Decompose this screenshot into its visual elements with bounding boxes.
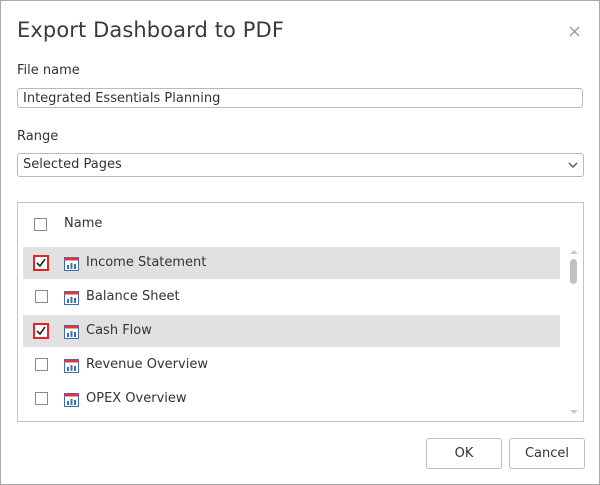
file-name-label: File name xyxy=(17,63,80,78)
ok-button[interactable]: OK xyxy=(426,438,502,469)
export-dialog: Export Dashboard to PDF File name Range … xyxy=(0,0,600,485)
range-selected-value: Selected Pages xyxy=(23,157,122,172)
range-label: Range xyxy=(17,129,59,144)
scroll-thumb[interactable] xyxy=(570,259,577,284)
page-checkbox[interactable] xyxy=(35,392,48,405)
close-icon[interactable] xyxy=(566,23,584,41)
page-checkbox[interactable] xyxy=(35,358,48,371)
page-name: Revenue Overview xyxy=(86,357,208,372)
page-list-row[interactable]: Balance Sheet xyxy=(23,281,560,313)
select-all-checkbox[interactable] xyxy=(34,218,47,231)
dashboard-page-icon xyxy=(64,392,79,407)
file-name-input[interactable] xyxy=(17,88,583,108)
cancel-button[interactable]: Cancel xyxy=(509,438,585,469)
page-name: OPEX Overview xyxy=(86,391,187,406)
dashboard-page-icon xyxy=(64,358,79,373)
page-name: Cash Flow xyxy=(86,323,152,338)
page-name: Balance Sheet xyxy=(86,289,180,304)
page-checkbox[interactable] xyxy=(35,290,48,303)
dashboard-page-icon xyxy=(64,290,79,305)
page-list-row[interactable]: Revenue Overview xyxy=(23,349,560,381)
scroll-down-icon[interactable] xyxy=(570,409,578,415)
page-checkbox[interactable] xyxy=(33,323,49,339)
vertical-scrollbar[interactable] xyxy=(567,247,581,419)
dialog-title: Export Dashboard to PDF xyxy=(17,18,284,42)
page-checkbox[interactable] xyxy=(33,255,49,271)
chevron-down-icon xyxy=(568,162,578,168)
page-list-row[interactable]: Cash Flow xyxy=(23,315,560,347)
page-list-row[interactable]: OPEX Overview xyxy=(23,383,560,415)
page-list: Name Income Statement Balance Sheet Cash F… xyxy=(17,202,584,422)
name-column-header: Name xyxy=(64,216,103,231)
page-list-row[interactable]: Income Statement xyxy=(23,247,560,279)
dashboard-page-icon xyxy=(64,324,79,339)
dashboard-page-icon xyxy=(64,256,79,271)
scroll-up-icon[interactable] xyxy=(570,249,578,255)
range-select[interactable]: Selected Pages xyxy=(17,153,584,177)
page-list-header: Name xyxy=(18,203,583,243)
page-name: Income Statement xyxy=(86,255,207,270)
